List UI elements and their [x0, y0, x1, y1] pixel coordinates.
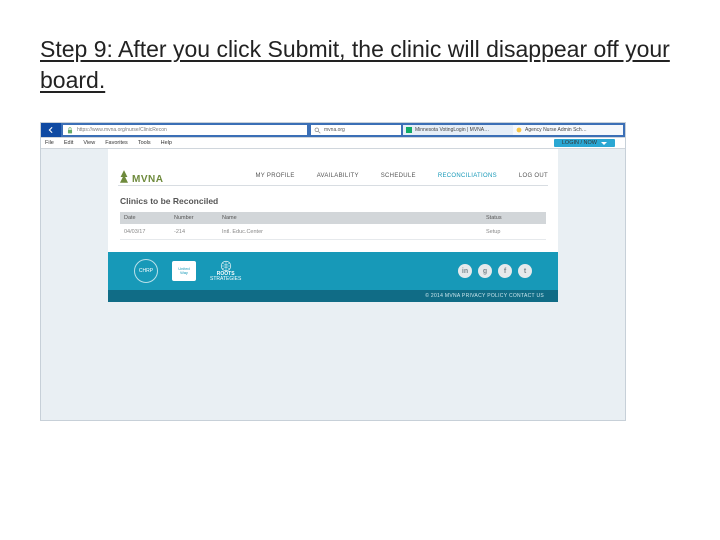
- tab-2-label: Agency Nurse Admin Sch…: [525, 127, 587, 133]
- cell-name: Intl. Educ.Center: [222, 229, 486, 235]
- nav-availability[interactable]: AVAILABILITY: [317, 173, 359, 179]
- social-links: in g f t: [458, 264, 532, 278]
- favicon-icon: [406, 127, 412, 133]
- footer-legal-text: © 2014 MVNA PRIVACY POLICY CONTACT US: [425, 293, 544, 299]
- empty-canvas: [41, 302, 625, 420]
- page-body: MVNA MY PROFILE AVAILABILITY SCHEDULE RE…: [41, 149, 625, 302]
- login-label: LOGIN / NOW: [562, 140, 597, 146]
- browser-menu-bar: File Edit View Favorites Tools Help LOGI…: [41, 137, 625, 149]
- footer-legal-bar: © 2014 MVNA PRIVACY POLICY CONTACT US: [108, 290, 558, 302]
- content-card: MVNA MY PROFILE AVAILABILITY SCHEDULE RE…: [108, 149, 558, 302]
- search-text: mvna.org: [324, 127, 345, 133]
- browser-search[interactable]: mvna.org: [311, 125, 401, 135]
- nav-logout[interactable]: LOG OUT: [519, 173, 548, 179]
- browser-tab-1[interactable]: Minnesota VotingLogin | MVNA…: [403, 125, 513, 135]
- logo-text: MVNA: [132, 174, 163, 185]
- sponsor-roots: ROOTS STRATEGIES: [210, 260, 241, 282]
- browser-tab-2[interactable]: Agency Nurse Admin Sch…: [513, 125, 623, 135]
- nav-schedule[interactable]: SCHEDULE: [381, 173, 416, 179]
- screenshot-frame: https://www.mvna.org/nurse/ClinicRecon m…: [40, 122, 626, 421]
- sponsor-united-way: UnitedWay: [172, 261, 196, 281]
- sponsor-chrp: CHRP: [134, 259, 158, 283]
- search-icon: [314, 127, 321, 134]
- menu-file[interactable]: File: [45, 140, 54, 146]
- col-status: Status: [486, 215, 546, 221]
- menu-help[interactable]: Help: [161, 140, 172, 146]
- panel-title: Clinics to be Reconciled: [108, 186, 558, 212]
- menu-view[interactable]: View: [83, 140, 95, 146]
- cell-status: Setup: [486, 229, 546, 235]
- col-name: Name: [222, 215, 486, 221]
- main-nav: MY PROFILE AVAILABILITY SCHEDULE RECONCI…: [163, 173, 548, 185]
- favicon-icon: [516, 127, 522, 133]
- back-button[interactable]: [41, 123, 61, 137]
- menu-tools[interactable]: Tools: [138, 140, 151, 146]
- menu-favorites[interactable]: Favorites: [105, 140, 128, 146]
- table-row[interactable]: 04/03/17 -214 Intl. Educ.Center Setup: [120, 224, 546, 240]
- step-heading: Step 9: After you click Submit, the clin…: [40, 34, 680, 96]
- nav-my-profile[interactable]: MY PROFILE: [255, 173, 294, 179]
- address-bar[interactable]: https://www.mvna.org/nurse/ClinicRecon: [63, 125, 307, 135]
- page-footer: CHRP UnitedWay ROOTS STRATEGIES: [108, 252, 558, 302]
- sponsor-row: CHRP UnitedWay ROOTS STRATEGIES: [134, 259, 241, 283]
- site-logo[interactable]: MVNA: [118, 169, 163, 185]
- nav-reconciliations[interactable]: RECONCILIATIONS: [438, 173, 497, 179]
- chevron-down-icon: [601, 142, 607, 145]
- table-header: Date Number Name Status: [120, 212, 546, 224]
- menu-edit[interactable]: Edit: [64, 140, 73, 146]
- cell-number: -214: [174, 229, 222, 235]
- lock-icon: [67, 127, 73, 134]
- tab-1-label: Minnesota VotingLogin | MVNA…: [415, 127, 489, 133]
- tree-icon: [118, 169, 130, 185]
- cell-date: 04/03/17: [120, 229, 174, 235]
- col-number: Number: [174, 215, 222, 221]
- social-twitter-icon[interactable]: t: [518, 264, 532, 278]
- social-googleplus-icon[interactable]: g: [478, 264, 492, 278]
- login-button[interactable]: LOGIN / NOW: [554, 139, 615, 147]
- social-linkedin-icon[interactable]: in: [458, 264, 472, 278]
- browser-chrome: https://www.mvna.org/nurse/ClinicRecon m…: [41, 123, 625, 137]
- col-date: Date: [120, 215, 174, 221]
- url-text: https://www.mvna.org/nurse/ClinicRecon: [77, 127, 167, 133]
- social-facebook-icon[interactable]: f: [498, 264, 512, 278]
